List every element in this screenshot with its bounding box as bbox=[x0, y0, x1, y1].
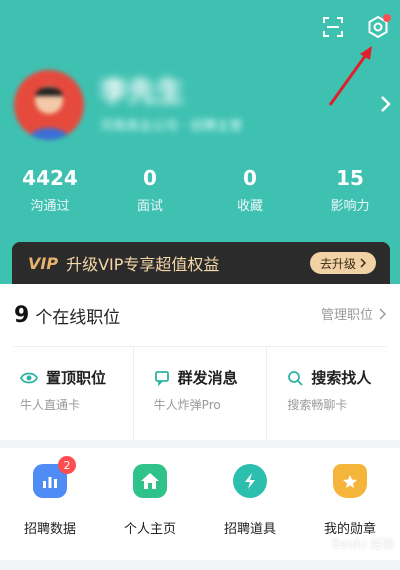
stats-row: 4424 沟通过 0 面试 0 收藏 15 影响力 bbox=[0, 165, 400, 215]
quick-link-label: 招聘道具 bbox=[223, 522, 276, 537]
jobs-card: 9 个在线职位 管理职位 置顶职位 牛人直通卡 群发消息 牛人炸弹Pro 搜索找… bbox=[0, 284, 400, 440]
quick-link-tools[interactable]: 招聘道具 bbox=[200, 448, 300, 560]
stat-label: 面试 bbox=[136, 199, 163, 214]
tools-row: 置顶职位 牛人直通卡 群发消息 牛人炸弹Pro 搜索找人 搜索畅聊卡 bbox=[0, 347, 400, 440]
stat-value: 15 bbox=[336, 166, 364, 190]
tool-pin-job[interactable]: 置顶职位 牛人直通卡 bbox=[0, 347, 133, 440]
stat-contacted[interactable]: 4424 沟通过 bbox=[0, 165, 100, 215]
stat-favorites[interactable]: 0 收藏 bbox=[200, 165, 300, 215]
stat-label: 收藏 bbox=[236, 199, 263, 214]
search-icon bbox=[288, 370, 303, 386]
vip-logo: VIP bbox=[28, 253, 59, 273]
stat-value: 4424 bbox=[22, 166, 78, 190]
stat-interview[interactable]: 0 面试 bbox=[100, 165, 200, 215]
tool-subtitle: 牛人直通卡 bbox=[20, 398, 81, 412]
stat-value: 0 bbox=[243, 166, 257, 190]
quick-links-card: 2 招聘数据 个人主页 招聘道具 我的勋章 Baidu 经验 bbox=[0, 448, 400, 560]
tool-title: 置顶职位 bbox=[46, 369, 107, 387]
stat-label: 影响力 bbox=[330, 199, 370, 214]
stat-label: 沟通过 bbox=[30, 199, 70, 214]
eye-icon bbox=[20, 372, 38, 383]
home-icon bbox=[133, 464, 167, 498]
medal-icon bbox=[333, 464, 367, 498]
chevron-right-icon[interactable] bbox=[380, 95, 392, 113]
avatar[interactable] bbox=[14, 70, 84, 140]
vip-text: 升级VIP专享超值权益 bbox=[66, 255, 220, 274]
tool-subtitle: 牛人炸弹Pro bbox=[153, 398, 221, 412]
quick-link-label: 个人主页 bbox=[123, 522, 176, 537]
upgrade-button-label: 去升级 bbox=[319, 256, 356, 271]
online-jobs-row[interactable]: 9 个在线职位 管理职位 bbox=[14, 284, 386, 346]
chevron-right-icon bbox=[379, 307, 386, 320]
manage-jobs-link[interactable]: 管理职位 bbox=[321, 304, 386, 323]
stat-influence[interactable]: 15 影响力 bbox=[300, 165, 400, 215]
tool-title: 搜索找人 bbox=[311, 369, 372, 387]
profile-subtitle: 河南商业公司 · 招聘主管 bbox=[100, 119, 243, 134]
tool-bulk-message[interactable]: 群发消息 牛人炸弹Pro bbox=[132, 347, 267, 440]
quick-link-label: 招聘数据 bbox=[23, 522, 76, 537]
quick-link-recruit-data[interactable]: 2 招聘数据 bbox=[0, 448, 100, 560]
quick-link-profile-page[interactable]: 个人主页 bbox=[100, 448, 200, 560]
tool-subtitle: 搜索畅聊卡 bbox=[287, 398, 348, 412]
tool-title: 群发消息 bbox=[177, 369, 238, 387]
lightning-icon bbox=[233, 464, 267, 498]
stat-value: 0 bbox=[143, 166, 157, 190]
chevron-right-icon bbox=[360, 258, 366, 268]
profile-name[interactable]: 李先生 bbox=[100, 70, 184, 110]
notification-dot bbox=[383, 14, 391, 22]
settings-gear-icon[interactable] bbox=[363, 12, 393, 42]
profile-header: 李先生 河南商业公司 · 招聘主管 4424 沟通过 0 面试 0 收藏 15 … bbox=[0, 0, 400, 284]
upgrade-button[interactable]: 去升级 bbox=[309, 252, 376, 274]
notification-badge: 2 bbox=[58, 456, 76, 474]
vip-banner[interactable]: VIP 升级VIP专享超值权益 去升级 bbox=[12, 242, 390, 284]
annotation-arrow bbox=[328, 46, 372, 106]
message-icon bbox=[154, 370, 169, 386]
jobs-count: 9 bbox=[14, 302, 30, 328]
manage-jobs-label: 管理职位 bbox=[320, 308, 373, 323]
tool-search-people[interactable]: 搜索找人 搜索畅聊卡 bbox=[266, 347, 400, 440]
jobs-label: 个在线职位 bbox=[35, 307, 121, 328]
watermark: Baidu 经验 bbox=[332, 537, 394, 551]
scan-icon[interactable] bbox=[318, 12, 348, 42]
